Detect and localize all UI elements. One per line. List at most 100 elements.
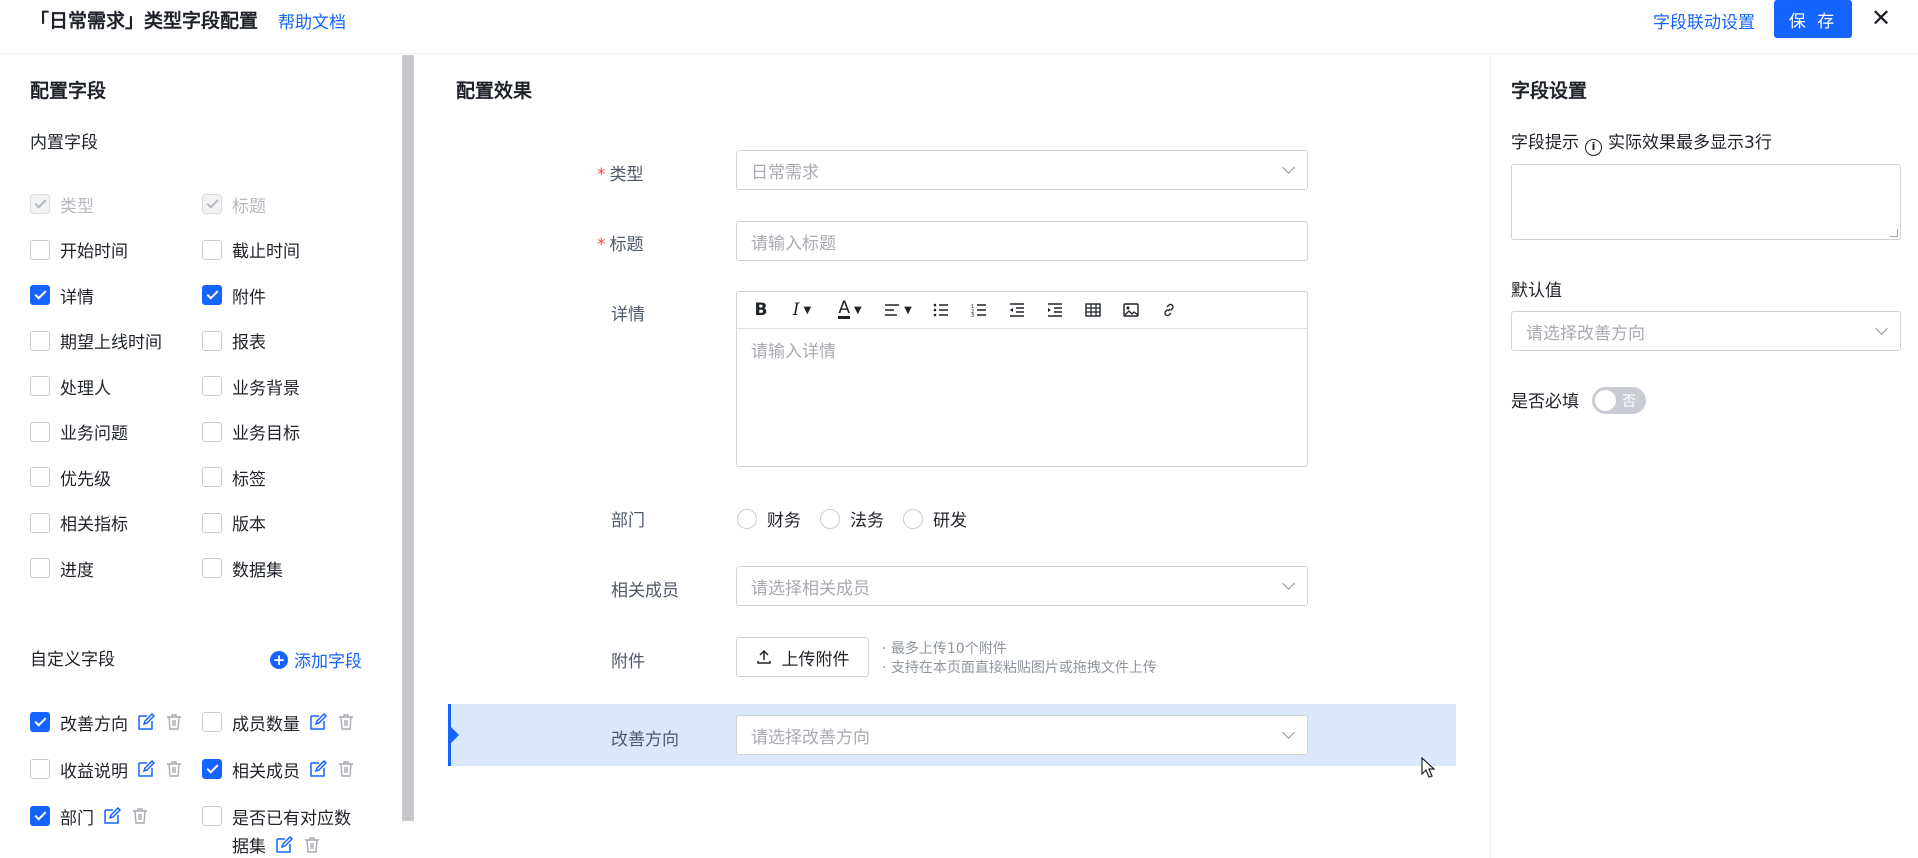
detail-rich-editor[interactable]: B I ▼ A ▼ ▼ 123 请输入详情: [736, 291, 1308, 467]
trash-icon[interactable]: [164, 712, 184, 732]
trash-icon[interactable]: [336, 759, 356, 779]
checkbox-icon: [202, 558, 222, 578]
title-input[interactable]: 请输入标题: [736, 221, 1308, 261]
checkbox-icon: [202, 194, 222, 214]
field-checkbox[interactable]: 收益说明: [30, 757, 184, 782]
field-checkbox-label: 报表: [232, 333, 266, 353]
field-checkbox[interactable]: 报表: [202, 329, 266, 353]
trash-icon[interactable]: [336, 712, 356, 732]
checkbox-icon: [202, 806, 222, 826]
config-fields-panel: [0, 55, 404, 858]
edit-icon[interactable]: [308, 712, 328, 732]
default-value-label: 默认值: [1511, 281, 1562, 301]
edit-icon[interactable]: [274, 835, 294, 855]
edit-icon[interactable]: [102, 806, 122, 826]
attach-label: 附件: [611, 652, 645, 672]
help-doc-link[interactable]: 帮助文档: [278, 8, 346, 33]
field-checkbox[interactable]: 业务目标: [202, 420, 300, 444]
detail-label: 详情: [611, 305, 645, 325]
dept-radio-legal[interactable]: 法务: [820, 506, 884, 531]
type-select[interactable]: 日常需求: [736, 150, 1308, 190]
chevron-down-icon: [1282, 577, 1295, 590]
checkbox-icon: [30, 467, 50, 487]
preview-title: 配置效果: [456, 80, 533, 102]
field-checkbox-label: 业务目标: [232, 424, 300, 444]
dept-radio-rd[interactable]: 研发: [903, 506, 967, 531]
type-select-value: 日常需求: [751, 162, 819, 183]
upload-attachment-button[interactable]: 上传附件: [736, 637, 869, 677]
field-checkbox[interactable]: 业务背景: [202, 374, 300, 399]
trash-icon[interactable]: [130, 806, 150, 826]
dept-radio-finance[interactable]: 财务: [737, 506, 801, 531]
link-icon[interactable]: [1157, 297, 1181, 323]
edit-icon[interactable]: [136, 712, 156, 732]
font-color-dropdown-icon[interactable]: A ▼: [833, 297, 867, 323]
field-hint-textarea[interactable]: [1511, 164, 1901, 240]
edit-icon[interactable]: [308, 759, 328, 779]
field-checkbox[interactable]: 部门: [30, 804, 150, 829]
field-checkbox-label: 是否已有对应数: [232, 808, 351, 829]
field-checkbox[interactable]: 详情: [30, 283, 94, 308]
add-field-button[interactable]: + 添加字段: [270, 647, 362, 672]
title-label: * 标题: [597, 235, 644, 255]
default-value-select[interactable]: 请选择改善方向: [1511, 311, 1901, 351]
field-checkbox[interactable]: 改善方向: [30, 710, 184, 735]
trash-icon[interactable]: [302, 835, 322, 855]
image-icon[interactable]: [1119, 297, 1143, 323]
field-checkbox[interactable]: 相关成员: [202, 757, 356, 782]
switch-knob: [1595, 390, 1616, 411]
plus-icon: +: [270, 650, 288, 669]
edit-icon[interactable]: [136, 759, 156, 779]
numbered-list-icon[interactable]: 123: [967, 297, 991, 323]
checkbox-icon: [30, 376, 50, 396]
italic-dropdown-icon[interactable]: I ▼: [785, 297, 819, 323]
field-checkbox[interactable]: 数据集: [202, 556, 283, 581]
required-mark: *: [597, 235, 606, 255]
radio-circle-icon: [903, 508, 923, 529]
outdent-icon[interactable]: [1005, 297, 1029, 323]
field-checkbox[interactable]: 成员数量: [202, 710, 356, 735]
field-checkbox[interactable]: 是否已有对应数: [202, 804, 351, 829]
field-checkbox[interactable]: 开始时间: [30, 238, 128, 262]
field-checkbox[interactable]: 处理人: [30, 374, 111, 399]
field-checkbox-label-continued: 据集: [232, 832, 322, 857]
checkbox-icon: [202, 285, 222, 305]
improve-select[interactable]: 请选择改善方向: [736, 715, 1308, 755]
field-checkbox[interactable]: 业务问题: [30, 420, 128, 444]
members-select[interactable]: 请选择相关成员: [736, 566, 1308, 606]
save-button[interactable]: 保 存: [1774, 0, 1852, 38]
checkbox-icon: [30, 239, 50, 260]
title-input-placeholder: 请输入标题: [751, 233, 836, 254]
field-checkbox[interactable]: 附件: [202, 283, 266, 308]
left-scrollbar[interactable]: [402, 55, 414, 821]
radio-circle-icon: [737, 508, 757, 529]
radio-circle-icon: [820, 508, 840, 529]
indent-icon[interactable]: [1043, 297, 1067, 323]
trash-icon[interactable]: [164, 759, 184, 779]
members-label: 相关成员: [611, 581, 679, 601]
default-value-placeholder: 请选择改善方向: [1526, 323, 1645, 344]
config-fields-title: 配置字段: [30, 80, 107, 102]
resize-handle-icon[interactable]: [1890, 229, 1898, 237]
caret-right-icon: [451, 727, 459, 743]
checkbox-icon: [30, 806, 50, 826]
field-checkbox-label: 标题: [232, 196, 266, 217]
field-checkbox-label: 截止时间: [232, 242, 300, 262]
align-dropdown-icon[interactable]: ▼: [881, 297, 915, 323]
table-icon[interactable]: [1081, 297, 1105, 323]
field-checkbox[interactable]: 标签: [202, 465, 266, 490]
field-linkage-link[interactable]: 字段联动设置: [1653, 8, 1755, 33]
field-checkbox[interactable]: 截止时间: [202, 238, 300, 262]
required-switch[interactable]: 否: [1592, 387, 1646, 414]
bullet-list-icon[interactable]: [929, 297, 953, 323]
close-icon[interactable]: ✕: [1866, 3, 1896, 33]
checkbox-icon: [30, 712, 50, 732]
bold-icon[interactable]: B: [751, 297, 771, 323]
field-checkbox-label: 附件: [232, 287, 266, 308]
field-checkbox[interactable]: 优先级: [30, 465, 111, 490]
field-checkbox[interactable]: 相关指标: [30, 511, 128, 535]
field-checkbox[interactable]: 进度: [30, 556, 94, 581]
field-checkbox[interactable]: 期望上线时间: [30, 329, 162, 353]
checkbox-icon: [30, 285, 50, 305]
field-checkbox[interactable]: 版本: [202, 511, 266, 535]
